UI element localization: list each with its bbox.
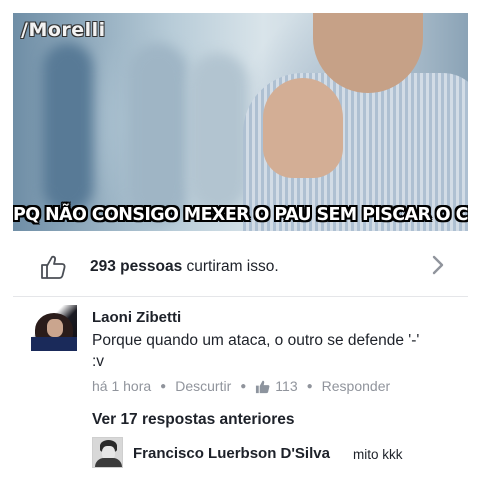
reply-author[interactable]: Francisco Luerbson D'Silva bbox=[133, 445, 330, 462]
likes-summary-row[interactable]: 293 pessoas curtiram isso. bbox=[13, 240, 468, 292]
background-person bbox=[128, 43, 188, 223]
background-person bbox=[43, 43, 93, 213]
likes-text: 293 pessoas curtiram isso. bbox=[90, 258, 279, 276]
comment-avatar[interactable] bbox=[31, 305, 77, 351]
chevron-right-icon[interactable] bbox=[430, 254, 446, 276]
reply-button[interactable]: Responder bbox=[322, 378, 391, 394]
unlike-button[interactable]: Descurtir bbox=[175, 378, 231, 394]
meme-caption: PQ NÃO CONSIGO MEXER O PAU SEM PISCAR O … bbox=[13, 205, 468, 225]
man-hand bbox=[263, 78, 343, 178]
separator-dot: ● bbox=[160, 380, 167, 392]
likes-count: 293 pessoas bbox=[90, 258, 183, 275]
background-person bbox=[188, 53, 248, 213]
separator-dot: ● bbox=[306, 380, 313, 392]
like-count[interactable]: 113 bbox=[275, 378, 297, 394]
comment-actions: há 1 hora ● Descurtir ● 113 ● Responder bbox=[92, 378, 390, 394]
comment-author[interactable]: Laoni Zibetti bbox=[92, 309, 181, 326]
like-count-icon bbox=[256, 380, 270, 393]
comment-text: Porque quando um ataca, o outro se defen… bbox=[92, 332, 420, 370]
meme-image[interactable]: /Morelli PQ NÃO CONSIGO MEXER O PAU SEM … bbox=[13, 13, 468, 231]
thumbs-up-icon bbox=[41, 255, 66, 279]
separator-dot: ● bbox=[240, 380, 247, 392]
divider bbox=[13, 296, 468, 297]
see-previous-replies-link[interactable]: Ver 17 respostas anteriores bbox=[92, 411, 294, 429]
reply-avatar[interactable] bbox=[92, 437, 123, 468]
reply-text: mito kkk bbox=[353, 447, 403, 462]
meme-watermark: /Morelli bbox=[21, 19, 106, 41]
comment-time[interactable]: há 1 hora bbox=[92, 378, 151, 394]
likes-suffix: curtiram isso. bbox=[182, 258, 279, 275]
